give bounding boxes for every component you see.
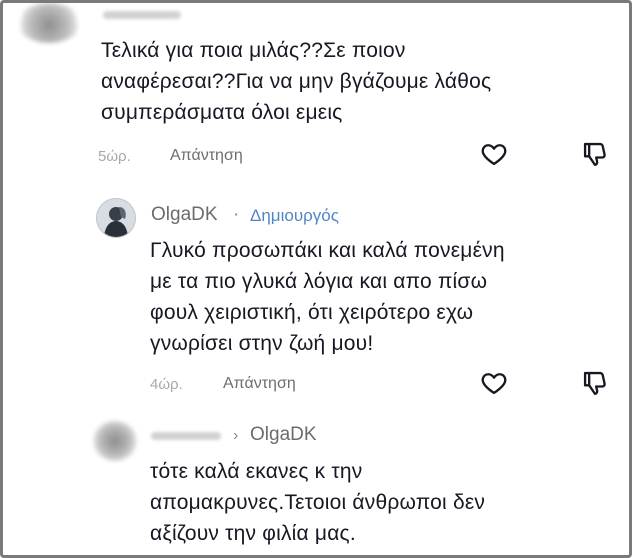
chevron-right-icon: › xyxy=(233,427,239,444)
comment-text: Τελικά για ποια μιλάς??Σε ποιον αναφέρεσ… xyxy=(101,39,492,124)
creator-badge: Δημιουργός xyxy=(250,206,339,225)
reply-button[interactable]: Απάντηση xyxy=(223,375,296,393)
comment-text: Γλυκό προσωπάκι και καλά πονεμένη με τα … xyxy=(150,239,505,355)
avatar[interactable] xyxy=(17,3,81,43)
avatar[interactable] xyxy=(93,421,137,461)
heart-icon[interactable] xyxy=(480,369,508,397)
username-blurred[interactable] xyxy=(151,432,221,440)
comment-timestamp: 5ώρ. xyxy=(98,148,131,165)
heart-icon[interactable] xyxy=(480,140,508,168)
comment-thread: Τελικά για ποια μιλάς??Σε ποιον αναφέρεσ… xyxy=(0,0,632,558)
comment-timestamp: 4ώρ. xyxy=(150,376,183,393)
comment-text: τότε καλά εκανες κ την απομακρυνες.Τετοι… xyxy=(150,460,486,545)
username-blurred[interactable] xyxy=(103,11,181,19)
avatar[interactable] xyxy=(96,198,136,238)
thumbs-down-icon[interactable] xyxy=(581,369,609,397)
reply-to-username[interactable]: OlgaDK xyxy=(250,424,317,446)
username[interactable]: OlgaDK xyxy=(151,204,218,226)
separator: · xyxy=(233,204,240,225)
reply-button[interactable]: Απάντηση xyxy=(170,147,243,165)
thumbs-down-icon[interactable] xyxy=(581,140,609,168)
